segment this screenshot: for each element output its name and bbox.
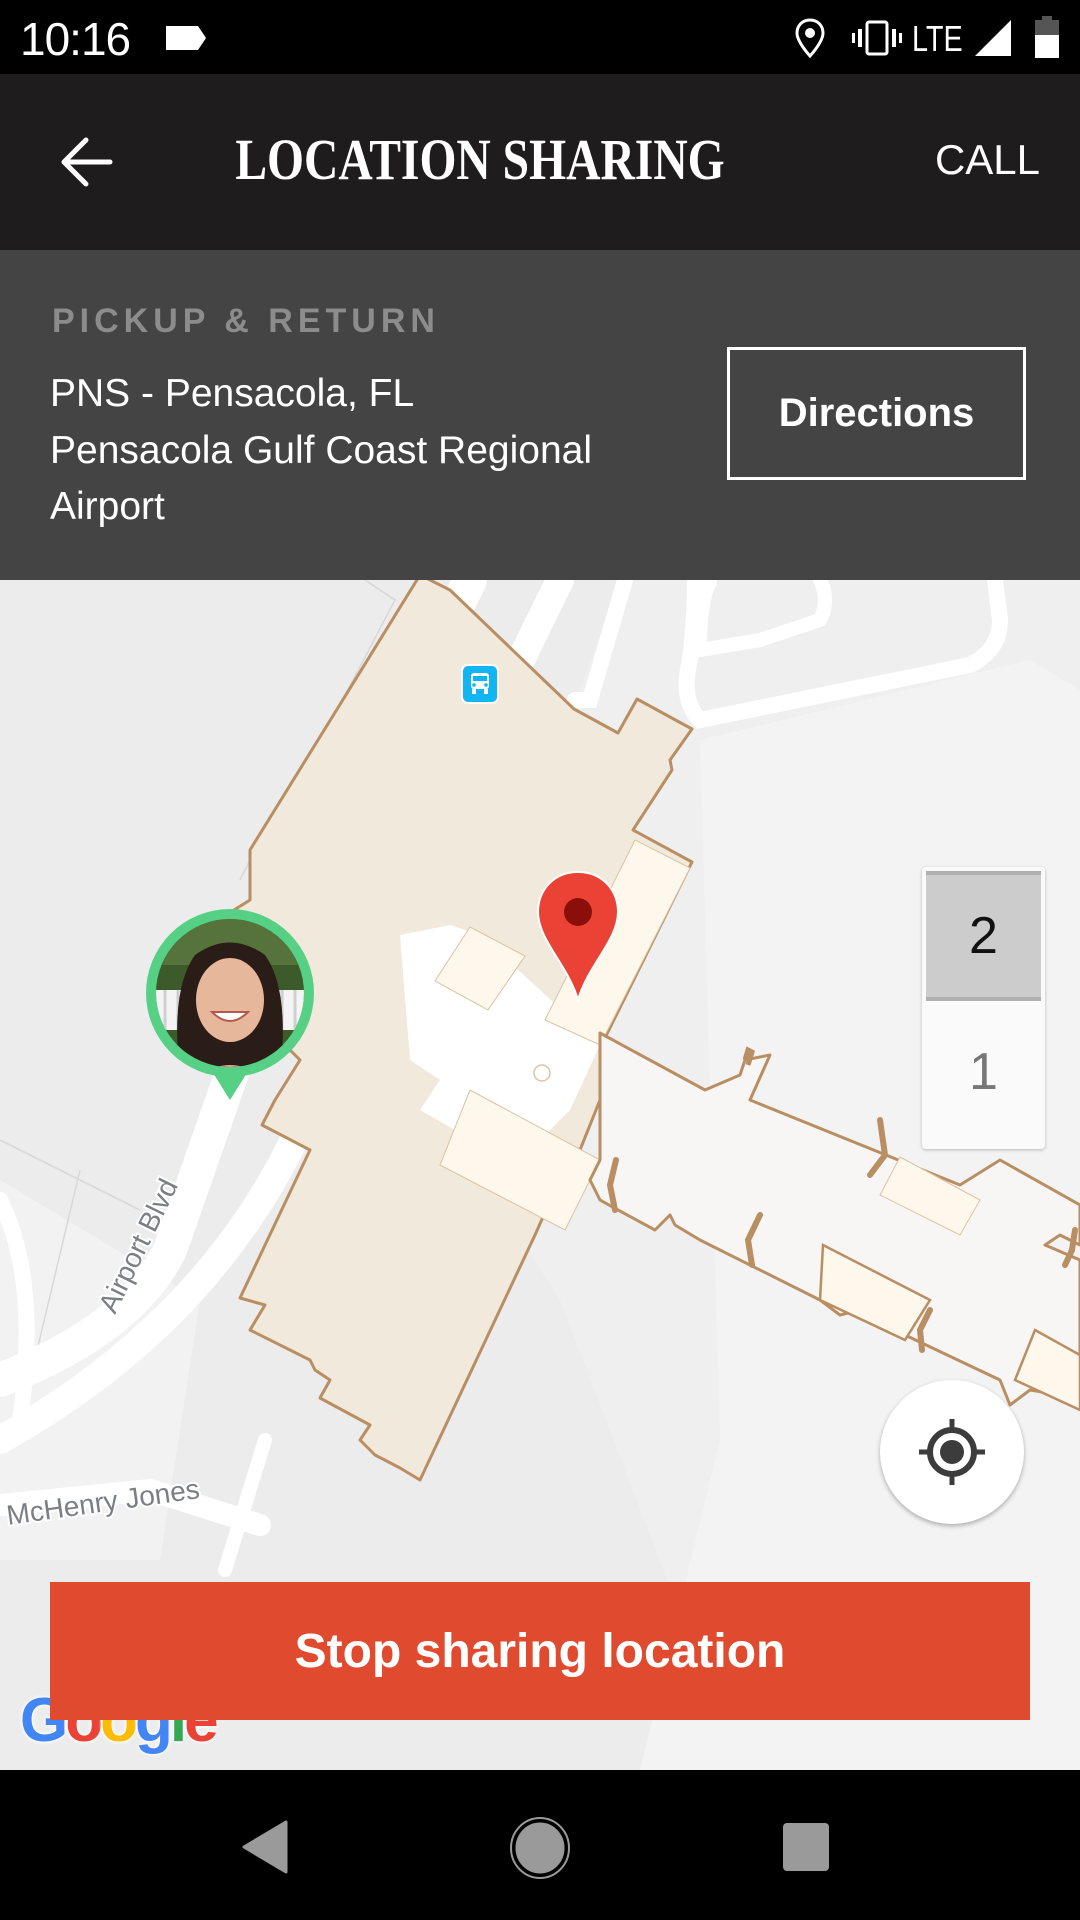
nav-recents-button[interactable] — [780, 1820, 832, 1874]
location-name-line1: Pensacola Gulf Coast Regional — [50, 429, 592, 472]
call-button[interactable]: CALL — [935, 136, 1040, 184]
nav-home-button[interactable] — [505, 1816, 575, 1880]
page-title: LOCATION SHARING — [235, 127, 725, 192]
directions-button[interactable]: Directions — [727, 347, 1026, 480]
recents-square-icon — [783, 1823, 829, 1871]
nav-back-button[interactable] — [240, 1820, 290, 1874]
system-nav-bar — [0, 1770, 1080, 1920]
floor-button-2[interactable]: 2 — [926, 871, 1041, 1001]
pickup-return-label: PICKUP & RETURN — [52, 302, 440, 340]
app-header: LOCATION SHARING CALL — [0, 74, 1080, 250]
home-circle-icon — [512, 1819, 568, 1877]
battery-icon — [1035, 16, 1059, 58]
user-avatar-marker[interactable] — [146, 909, 314, 1100]
stop-sharing-location-button[interactable]: Stop sharing location — [50, 1582, 1030, 1720]
notification-tag-icon — [166, 26, 206, 50]
location-code-city: PNS - Pensacola, FL — [50, 372, 415, 415]
status-time: 10:16 — [20, 13, 131, 65]
back-triangle-icon — [242, 1820, 288, 1874]
my-location-button[interactable] — [880, 1380, 1024, 1524]
floor-selector: 2 1 — [922, 867, 1045, 1149]
bus-stop-icon[interactable] — [461, 664, 499, 704]
vibrate-icon — [852, 20, 902, 56]
pickup-return-panel: PICKUP & RETURN PNS - Pensacola, FL Pens… — [0, 250, 1080, 580]
network-type: LTE — [912, 18, 963, 59]
status-bar: 10:16 LTE — [0, 0, 1080, 74]
location-name-line2: Airport — [50, 485, 165, 528]
crosshair-icon — [919, 1419, 985, 1485]
signal-icon — [975, 20, 1011, 56]
location-icon — [795, 18, 825, 58]
floor-button-1[interactable]: 1 — [926, 1007, 1041, 1137]
